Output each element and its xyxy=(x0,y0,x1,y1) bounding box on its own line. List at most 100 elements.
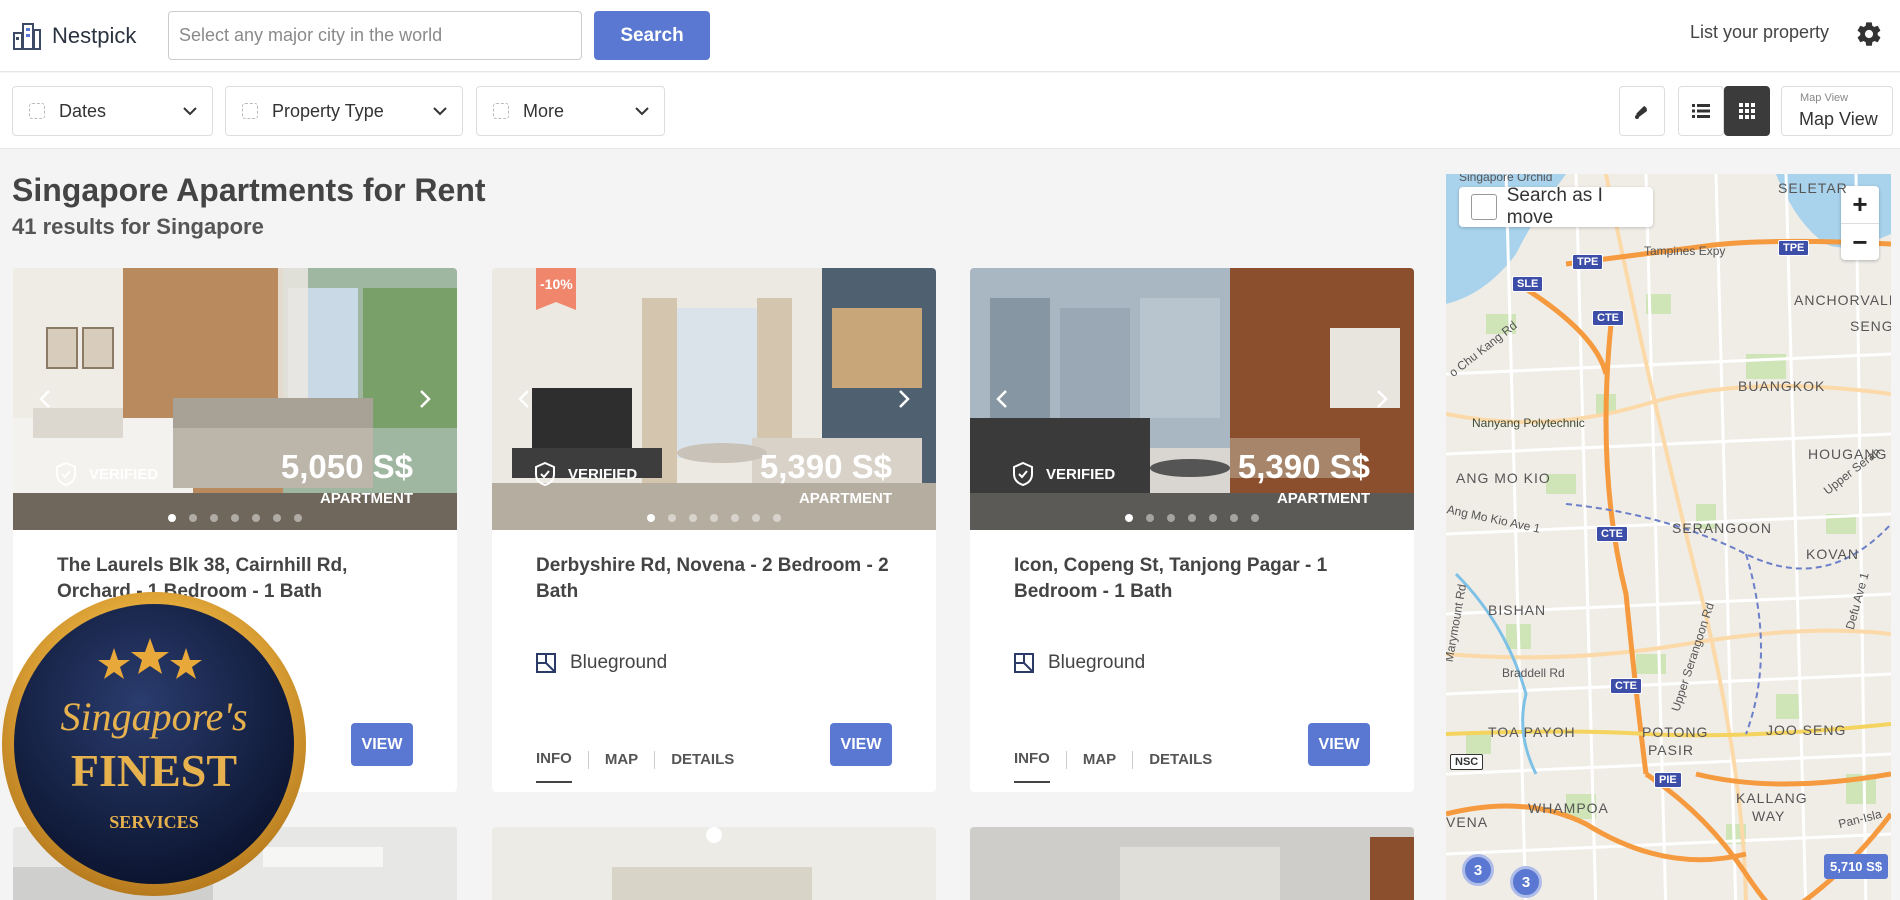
map-price-marker[interactable]: 5,710 S$ xyxy=(1824,854,1889,879)
tab-map[interactable]: MAP xyxy=(1083,751,1116,768)
map-label: SELETAR xyxy=(1778,180,1848,196)
photo-dot[interactable] xyxy=(710,514,718,522)
listing-title[interactable]: Icon, Copeng St, Tanjong Pagar - 1 Bedro… xyxy=(1014,553,1374,605)
tab-info[interactable]: INFO xyxy=(536,750,572,783)
search-button[interactable]: Search xyxy=(594,11,710,60)
map-label: BISHAN xyxy=(1488,602,1547,618)
badge-services-text: SERVICES xyxy=(109,812,198,832)
listing-photo[interactable]: VERIFIED 5,390 S$ APARTMENT xyxy=(970,268,1414,530)
view-button[interactable]: VIEW xyxy=(351,723,413,766)
verified-label: VERIFIED xyxy=(89,465,159,483)
map-label: PASIR xyxy=(1648,742,1694,758)
more-filter[interactable]: More xyxy=(476,86,665,136)
property-type-filter[interactable]: Property Type xyxy=(225,86,463,136)
next-photo-icon[interactable] xyxy=(1370,384,1394,414)
badge-finest-text: FINEST xyxy=(71,745,237,796)
list-view-button[interactable] xyxy=(1678,86,1724,136)
tab-info[interactable]: INFO xyxy=(1014,750,1050,783)
shield-check-icon xyxy=(535,462,555,486)
more-label: More xyxy=(523,100,565,121)
photo-dot[interactable] xyxy=(731,514,739,522)
photo-dot[interactable] xyxy=(668,514,676,522)
map-panel[interactable]: Search as I move + − Singapore Orchid SE… xyxy=(1446,174,1891,900)
provider: Blueground xyxy=(536,652,667,674)
prev-photo-icon[interactable] xyxy=(512,384,536,414)
card-tabs: INFO MAP DETAILS xyxy=(1014,736,1212,783)
tab-details[interactable]: DETAILS xyxy=(671,751,734,768)
map-cluster-marker[interactable]: 3 xyxy=(1462,854,1494,886)
shield-check-icon xyxy=(56,462,76,486)
photo-dot[interactable] xyxy=(1167,514,1175,522)
zoom-out-button[interactable]: − xyxy=(1841,223,1879,260)
next-photo-icon[interactable] xyxy=(892,384,916,414)
property-type-checkbox[interactable] xyxy=(242,103,258,119)
photo-dot[interactable] xyxy=(1146,514,1154,522)
photo-dot[interactable] xyxy=(752,514,760,522)
listing-card-partial[interactable] xyxy=(492,827,936,900)
tab-map[interactable]: MAP xyxy=(605,751,638,768)
photo-dot[interactable] xyxy=(252,514,260,522)
filter-bar: Dates Property Type More Map View Map Vi… xyxy=(0,73,1900,149)
map-label: BUANGKOK xyxy=(1738,378,1826,394)
grid-view-button[interactable] xyxy=(1724,86,1770,136)
logo[interactable]: Nestpick xyxy=(12,18,136,54)
listing-card[interactable]: -10% VERIFIED 5,390 S$ APARTMENT Derbysh… xyxy=(492,268,936,792)
brand-name: Nestpick xyxy=(52,23,137,48)
prev-photo-icon[interactable] xyxy=(990,384,1014,414)
photo-dots xyxy=(970,514,1414,522)
next-photo-icon[interactable] xyxy=(413,384,437,414)
photo-dot[interactable] xyxy=(689,514,697,522)
photo-dot[interactable] xyxy=(210,514,218,522)
photo-dot[interactable] xyxy=(1125,514,1133,522)
search-as-i-move-checkbox[interactable] xyxy=(1471,194,1497,220)
map-cluster-marker[interactable]: 3 xyxy=(1510,866,1542,898)
map-label: SERANGOON xyxy=(1672,520,1773,536)
photo-dot[interactable] xyxy=(647,514,655,522)
photo-dot[interactable] xyxy=(773,514,781,522)
tab-details[interactable]: DETAILS xyxy=(1149,751,1212,768)
highway-shield: NSC xyxy=(1450,754,1484,770)
highway-shield: PIE xyxy=(1654,772,1682,788)
badge-script-text: Singapore's xyxy=(60,694,247,739)
bell-icon xyxy=(1635,106,1647,119)
listing-card[interactable]: VERIFIED 5,390 S$ APARTMENT Icon, Copeng… xyxy=(970,268,1414,792)
more-checkbox[interactable] xyxy=(493,103,509,119)
city-search-input[interactable] xyxy=(168,11,582,60)
map-label: Tampines Expy xyxy=(1644,244,1726,258)
buildings-icon xyxy=(13,23,41,50)
listing-card-partial[interactable] xyxy=(970,827,1414,900)
property-type-label: Property Type xyxy=(272,100,384,121)
map-label: TOA PAYOH xyxy=(1488,724,1576,740)
highway-shield: SLE xyxy=(1512,276,1544,292)
listing-title[interactable]: Derbyshire Rd, Novena - 2 Bedroom - 2 Ba… xyxy=(536,553,896,605)
gear-icon[interactable] xyxy=(1855,20,1883,48)
photo-dot[interactable] xyxy=(1209,514,1217,522)
photo-dot[interactable] xyxy=(1230,514,1238,522)
notification-button[interactable] xyxy=(1619,86,1665,136)
map-label: POTONG xyxy=(1642,724,1709,740)
prev-photo-icon[interactable] xyxy=(33,384,57,414)
photo-dots xyxy=(13,514,457,522)
photo-dot[interactable] xyxy=(231,514,239,522)
discount-label: -10% xyxy=(540,276,573,292)
dates-filter[interactable]: Dates xyxy=(12,86,213,136)
map-label: WAY xyxy=(1752,808,1786,824)
photo-dot[interactable] xyxy=(294,514,302,522)
map-label: Braddell Rd xyxy=(1502,666,1565,680)
search-as-i-move-toggle[interactable]: Search as I move xyxy=(1459,185,1653,228)
map-view-button[interactable]: Map View Map View xyxy=(1781,86,1893,136)
view-button[interactable]: VIEW xyxy=(1308,723,1370,766)
provider-name: Blueground xyxy=(1048,652,1146,673)
list-property-link[interactable]: List your property xyxy=(1690,22,1829,43)
photo-dot[interactable] xyxy=(273,514,281,522)
photo-dot[interactable] xyxy=(189,514,197,522)
dates-checkbox[interactable] xyxy=(29,103,45,119)
view-button[interactable]: VIEW xyxy=(830,723,892,766)
listing-photo[interactable]: -10% VERIFIED 5,390 S$ APARTMENT xyxy=(492,268,936,530)
photo-dot[interactable] xyxy=(168,514,176,522)
verified-label: VERIFIED xyxy=(568,465,638,483)
highway-shield: CTE xyxy=(1592,310,1624,326)
photo-dot[interactable] xyxy=(1251,514,1259,522)
photo-dot[interactable] xyxy=(1188,514,1196,522)
listing-photo[interactable]: VERIFIED 5,050 S$ APARTMENT xyxy=(13,268,457,530)
